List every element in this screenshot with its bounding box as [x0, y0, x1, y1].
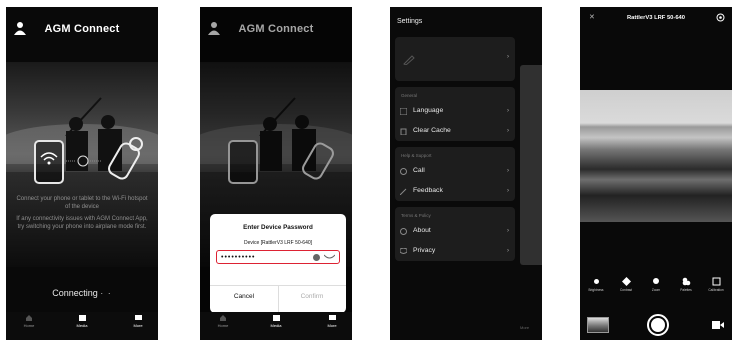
language-icon [400, 108, 407, 115]
home-icon [220, 315, 226, 321]
settings-title: Settings [397, 18, 423, 25]
chevron-right-icon: › [507, 54, 509, 60]
home-icon [26, 315, 32, 321]
password-screen: AGM Connect Enter Device Password Device… [200, 7, 352, 340]
chevron-right-icon: › [507, 248, 509, 254]
live-view-image[interactable] [580, 90, 732, 222]
tab-more[interactable]: More [312, 315, 352, 328]
calibration-tool[interactable]: Calibration [702, 277, 730, 292]
tab-media[interactable]: Media [62, 315, 102, 328]
zoom-icon [652, 278, 659, 284]
app-header: AGM Connect [6, 7, 158, 51]
background-page-peek [520, 65, 542, 265]
group-caption: General [401, 93, 418, 98]
thermal-monocular-icon [108, 137, 143, 180]
contrast-icon [621, 277, 631, 286]
general-group: General Language › Clear Cache › [395, 87, 515, 141]
group-caption: Terms & Policy [401, 213, 431, 218]
password-dialog: Enter Device Password Device [RattlerV3 … [210, 214, 346, 313]
profile-card[interactable]: › [395, 37, 515, 81]
settings-gear-icon[interactable] [716, 13, 725, 22]
trash-icon [400, 128, 407, 135]
palettes-tool[interactable]: Palettes [672, 277, 700, 292]
contrast-tool[interactable]: Contrast [612, 277, 640, 292]
camera-header: ✕ RattlerV3 LRF 50-640 [580, 7, 732, 29]
chevron-right-icon: › [507, 168, 509, 174]
edit-icon [400, 188, 407, 195]
password-input[interactable]: •••••••••• [216, 250, 340, 264]
confirm-button[interactable]: Confirm [278, 293, 346, 300]
troubleshoot-text: If any connectivity issues with AGM Conn… [16, 216, 148, 230]
last-capture-thumbnail[interactable] [587, 317, 609, 333]
info-icon [400, 228, 407, 235]
clear-cache-row[interactable]: Clear Cache › [395, 121, 515, 141]
palette-icon [682, 277, 690, 286]
help-group: Help & Support Call › Feedback › [395, 147, 515, 201]
device-title: RattlerV3 LRF 50-640 [627, 15, 685, 21]
tab-home[interactable]: Home [203, 315, 243, 328]
group-caption: Help & Support [401, 153, 432, 158]
language-row[interactable]: Language › [395, 101, 515, 121]
terms-group: Terms & Policy About › Privacy › [395, 207, 515, 261]
chevron-right-icon: › [507, 108, 509, 114]
privacy-row[interactable]: Privacy › [395, 241, 515, 261]
capture-bar [580, 309, 732, 340]
hero-illustration: Connect your phone or tablet to the Wi-F… [6, 62, 158, 267]
shield-icon [400, 248, 407, 254]
calibration-icon [712, 277, 720, 286]
clear-icon[interactable] [313, 254, 320, 261]
tab-bar: Home Media More [200, 312, 352, 340]
hide-password-icon[interactable] [324, 254, 335, 261]
brightness-tool[interactable]: Brightness [582, 277, 610, 292]
connect-instructions: Connect your phone or tablet to the Wi-F… [16, 196, 148, 236]
feedback-row[interactable]: Feedback › [395, 181, 515, 201]
folder-icon [272, 315, 280, 321]
call-row[interactable]: Call › [395, 161, 515, 181]
chevron-right-icon: › [507, 188, 509, 194]
wifi-icon [40, 152, 58, 165]
live-view-screen: ✕ RattlerV3 LRF 50-640 Brightness Contra… [580, 7, 732, 340]
chevron-right-icon: › [507, 128, 509, 134]
chat-icon [134, 315, 142, 320]
chevron-right-icon: › [507, 228, 509, 234]
instruction-text: Connect your phone or tablet to the Wi-F… [16, 196, 148, 210]
settings-screen: Settings More › General Language › Clear … [390, 7, 542, 340]
device-name: Device [RattlerV3 LRF 50-640] [243, 240, 313, 246]
tab-media[interactable]: Media [256, 315, 296, 328]
tab-more[interactable]: More [118, 315, 158, 328]
cancel-button[interactable]: Cancel [210, 293, 278, 300]
chat-icon [328, 315, 336, 320]
zoom-tool[interactable]: Zoom [642, 277, 670, 292]
about-row[interactable]: About › [395, 221, 515, 241]
link-icon [66, 155, 101, 167]
shutter-button[interactable] [647, 314, 669, 336]
connecting-status: Connecting · · [52, 288, 112, 298]
image-tools: Brightness Contrast Zoom Palettes Calibr… [580, 277, 732, 297]
folder-icon [78, 315, 86, 321]
brightness-icon [593, 279, 599, 284]
more-tab-peek: More [520, 325, 530, 330]
phone-icon [400, 168, 407, 175]
connect-screen: AGM Connect Connect your phone or tablet… [6, 7, 158, 340]
dialog-title: Enter Device Password [243, 224, 313, 231]
tab-bar: Home Media More [6, 312, 158, 340]
app-title: AGM Connect [44, 23, 120, 35]
tab-home[interactable]: Home [9, 315, 49, 328]
video-camera-icon[interactable] [712, 321, 724, 329]
pen-icon [403, 55, 415, 65]
